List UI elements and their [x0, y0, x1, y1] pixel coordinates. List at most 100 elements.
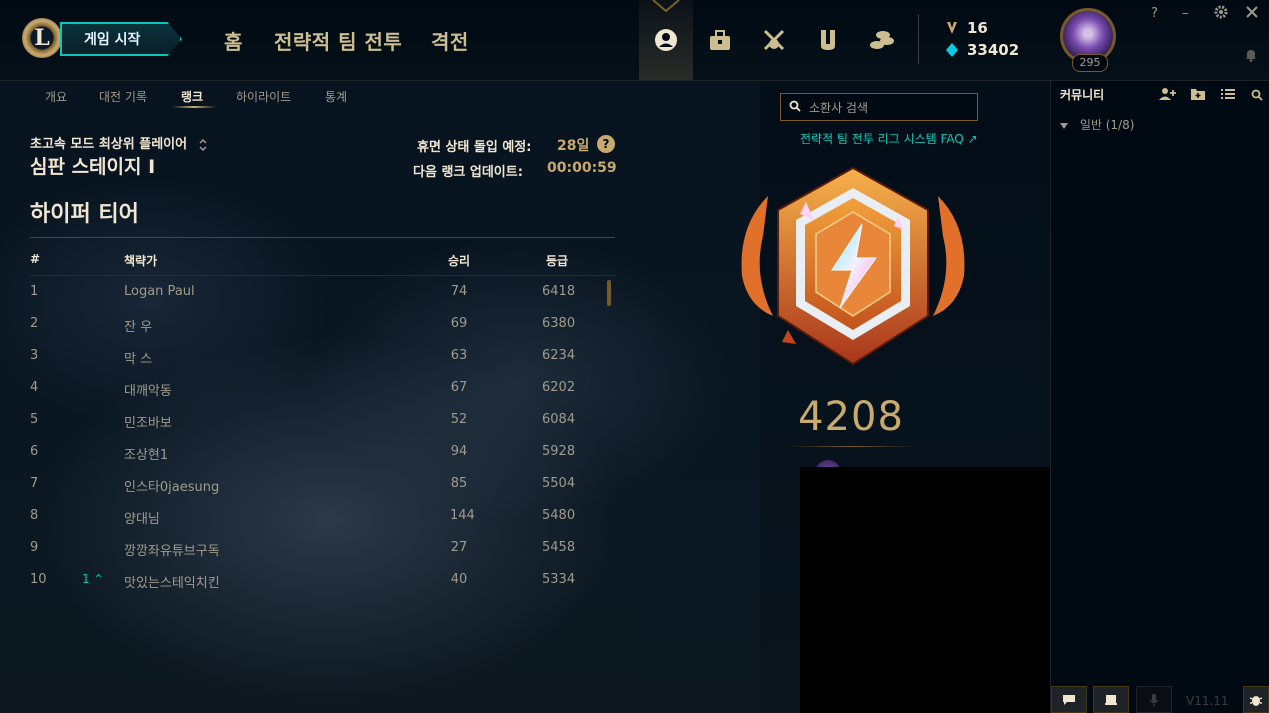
tab-overview[interactable]: 개요: [45, 88, 67, 105]
tab-match-history[interactable]: 대전 기록: [99, 88, 147, 105]
chat-button[interactable]: [1051, 686, 1087, 713]
queue-name: 초고속 모드 최상위 플레이어: [30, 137, 188, 152]
settings-button[interactable]: [1214, 5, 1228, 23]
wins-cell: 27: [450, 540, 468, 555]
rank-cell: 7: [30, 476, 39, 491]
faq-link[interactable]: 전략적 팀 전투 리그 시스템 FAQ ↗: [800, 130, 978, 147]
profile-icon[interactable]: [648, 22, 684, 58]
name-cell: 민조바보: [124, 416, 172, 431]
bell-icon: [1246, 50, 1256, 62]
rank-cell: 5: [30, 412, 39, 427]
table-row[interactable]: 4 대깨악동 67 6202: [30, 372, 615, 404]
minimize-button[interactable]: –: [1182, 6, 1189, 21]
col-wins-header: 승리: [448, 254, 471, 268]
search-input[interactable]: [807, 98, 971, 118]
rank-cell: 9: [30, 540, 39, 555]
scrollbar-thumb[interactable]: [607, 280, 611, 306]
section-divider: [30, 237, 615, 238]
redacted-area: [800, 467, 1050, 713]
rp-balance: 16: [945, 19, 988, 37]
help-icon[interactable]: ?: [597, 135, 615, 153]
table-row[interactable]: 7 인스타0jaesung 85 5504: [30, 468, 615, 500]
nav-tft[interactable]: 전략적 팀 전투: [274, 26, 402, 55]
store-icon[interactable]: [810, 22, 846, 58]
league-logo: L: [22, 18, 62, 58]
collection-icon[interactable]: [702, 22, 738, 58]
name-cell: 양대님: [124, 512, 160, 527]
rating-cell: 5458: [542, 540, 576, 555]
rank-cell: 8: [30, 508, 39, 523]
rank-cell: 3: [30, 348, 39, 363]
close-button[interactable]: [1246, 6, 1258, 22]
rating-cell: 6380: [542, 316, 576, 331]
be-amount: 33402: [967, 41, 1020, 59]
update-timer: 00:00:59: [547, 160, 617, 176]
rank-cell: 2: [30, 316, 39, 331]
sort-chevrons-icon: [199, 138, 207, 151]
help-button[interactable]: ?: [1151, 6, 1158, 21]
voice-button[interactable]: [1136, 686, 1172, 713]
queue-selector[interactable]: 초고속 모드 최상위 플레이어: [30, 133, 208, 152]
table-row[interactable]: 10 1 ⌃ 맛있는스테익치킨 40 5334: [30, 564, 615, 596]
col-rating-header: 등급: [546, 254, 569, 268]
tab-stats[interactable]: 통계: [325, 88, 347, 105]
rp-icon: [947, 22, 957, 34]
notification-button[interactable]: [1245, 48, 1257, 66]
rank-cell: 4: [30, 380, 39, 395]
wins-cell: 69: [450, 316, 468, 331]
rating-cell: 5480: [542, 508, 576, 523]
name-cell: 잔 우: [124, 320, 153, 335]
nav-clash[interactable]: 격전: [431, 26, 469, 55]
name-cell: 막 스: [124, 352, 153, 367]
active-tab-underline: [172, 106, 216, 108]
social-search-icon[interactable]: [1251, 86, 1263, 105]
section-title: 하이퍼 티어: [30, 202, 139, 227]
loot-icon[interactable]: [756, 22, 792, 58]
header-divider: [918, 14, 919, 64]
coins-icon[interactable]: [864, 22, 900, 58]
decay-value: 28일: [557, 138, 590, 154]
wins-cell: 144: [450, 508, 475, 523]
wins-cell: 63: [450, 348, 468, 363]
table-row[interactable]: 5 민조바보 52 6084: [30, 404, 615, 436]
client-version: V11.11: [1186, 694, 1229, 708]
add-friend-icon[interactable]: [1159, 86, 1177, 105]
table-row[interactable]: 6 조상현1 94 5928: [30, 436, 615, 468]
rating-cell: 6084: [542, 412, 576, 427]
table-row[interactable]: 9 깡깡좌유튜브구독 27 5458: [30, 532, 615, 564]
lp-value: 4208: [798, 394, 904, 440]
lp-divider: [786, 446, 916, 447]
profile-level: 295: [1072, 54, 1108, 72]
add-folder-icon[interactable]: [1190, 86, 1206, 105]
patch-notes-button[interactable]: [1093, 686, 1129, 713]
tab-ranked[interactable]: 랭크: [181, 88, 203, 105]
table-row[interactable]: 8 양대님 144 5480: [30, 500, 615, 532]
rank-cell: 6: [30, 444, 39, 459]
name-cell: 대깨악동: [124, 384, 172, 399]
chevron-down-icon: [1060, 122, 1068, 129]
rating-cell: 6234: [542, 348, 576, 363]
play-button[interactable]: 게임 시작: [60, 22, 182, 56]
table-row[interactable]: 3 막 스 63 6234: [30, 340, 615, 372]
wins-cell: 67: [450, 380, 468, 395]
list-view-icon[interactable]: [1220, 86, 1236, 105]
col-rank-header: #: [30, 252, 41, 266]
search-icon: [789, 100, 801, 112]
name-cell: Logan Paul: [124, 284, 195, 299]
table-row[interactable]: 2 잔 우 69 6380: [30, 308, 615, 340]
table-row[interactable]: 1 Logan Paul 74 6418: [30, 276, 615, 308]
friend-group-general[interactable]: 일반 (1/8): [1060, 116, 1134, 133]
chat-icon: [1063, 694, 1075, 705]
nav-home[interactable]: 홈: [224, 26, 243, 55]
summoner-search[interactable]: [780, 93, 978, 121]
rank-cell: 1: [30, 284, 39, 299]
name-cell: 조상현1: [124, 448, 169, 463]
bug-report-button[interactable]: [1243, 686, 1269, 713]
rating-cell: 5504: [542, 476, 576, 491]
rating-cell: 6202: [542, 380, 576, 395]
decay-label: 휴면 상태 돌입 예정:: [417, 140, 532, 155]
tab-highlights[interactable]: 하이라이트: [236, 88, 291, 105]
gear-icon: [1214, 5, 1228, 19]
rating-cell: 6418: [542, 284, 576, 299]
rank-cell: 10: [30, 572, 47, 587]
